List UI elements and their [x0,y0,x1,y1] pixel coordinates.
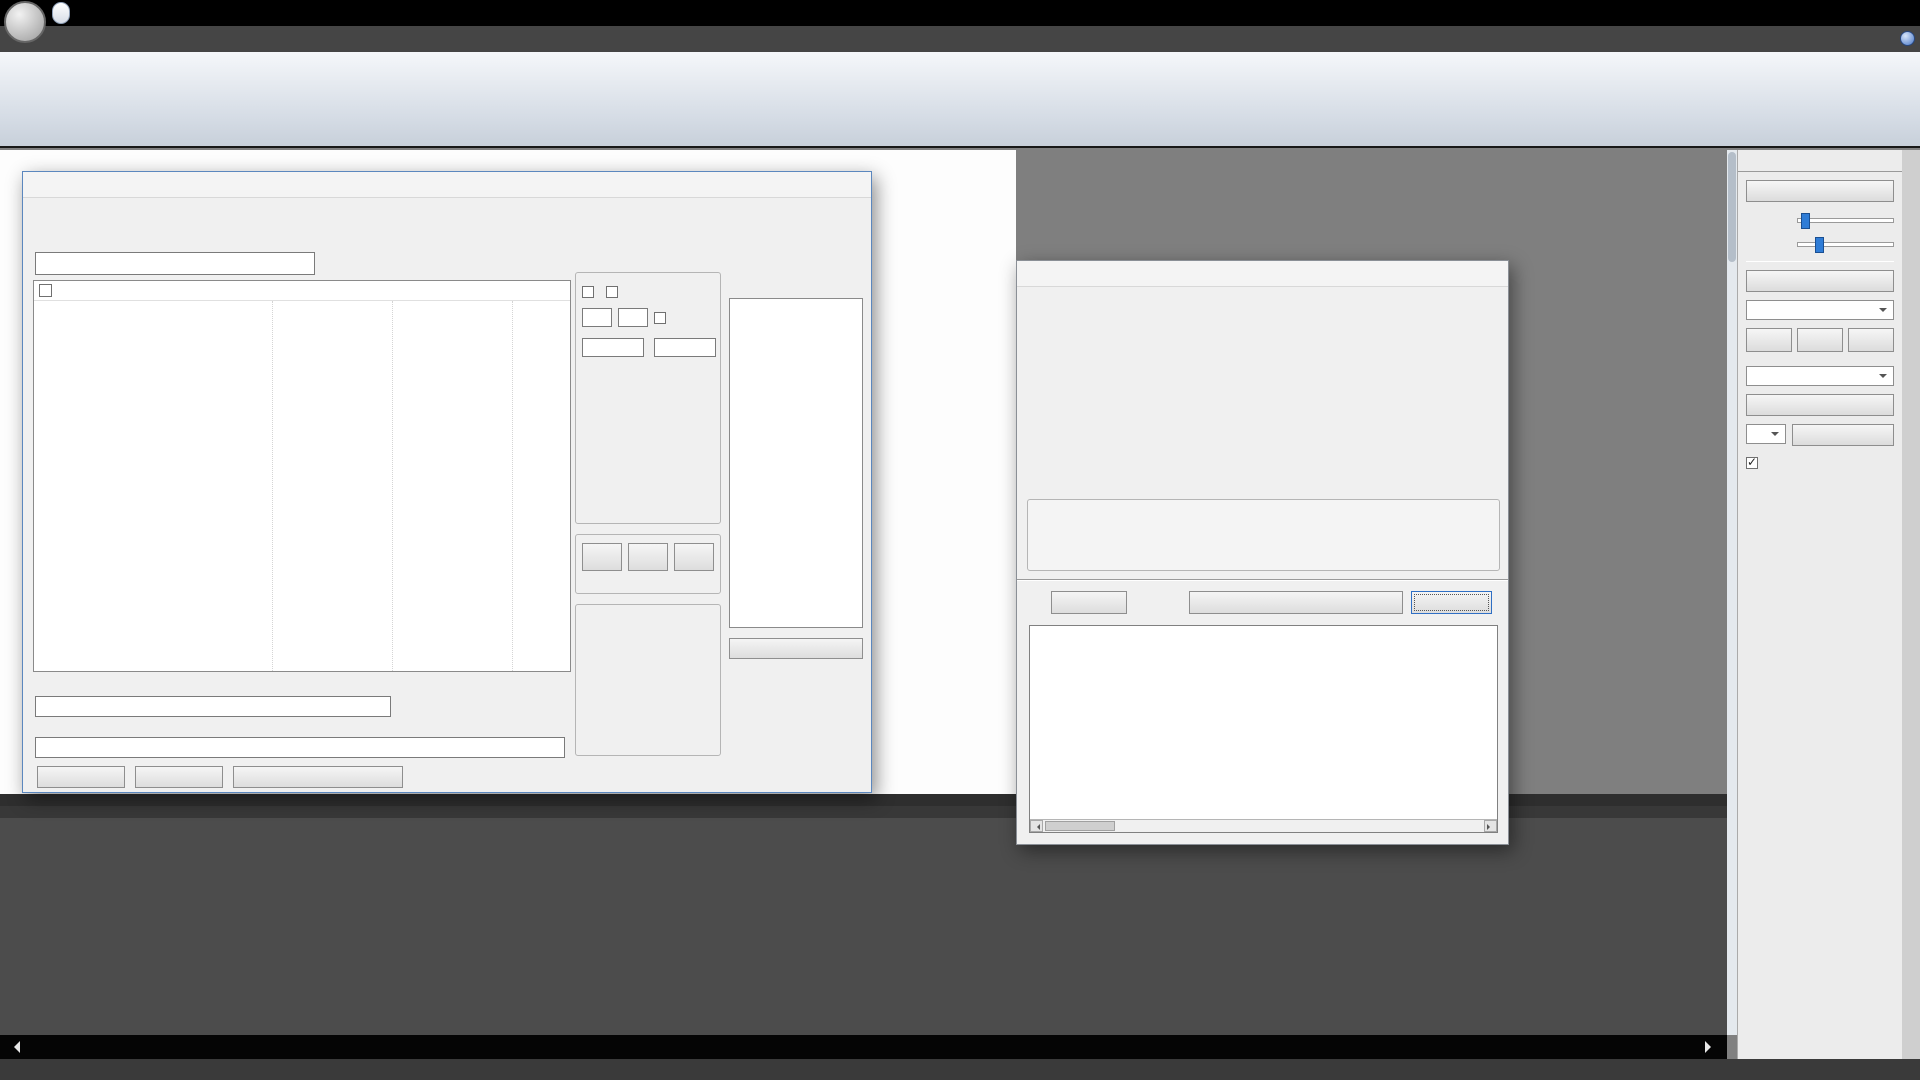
dialog-icon [29,177,45,193]
reset-list-button[interactable] [729,638,863,659]
scene-description-input[interactable] [35,737,565,758]
minimize-button[interactable] [1794,0,1836,26]
edge-channel-label [0,951,9,1031]
dialog-close-button[interactable] [831,173,865,197]
divider [1017,579,1508,581]
new-kanalicon-button[interactable] [1746,180,1894,202]
geraeteszene-dialog [22,171,872,793]
raster-button[interactable] [1792,424,1894,446]
scrollbar-thumb[interactable] [1045,821,1115,831]
device-tree[interactable] [33,280,571,672]
status-bar [0,1059,1920,1080]
fader-row [0,838,1727,1035]
winkel-slider[interactable] [1797,218,1894,223]
scroll-left-icon[interactable] [8,1041,20,1053]
ribbon [0,52,1920,148]
fader-horizontal-scrollbar[interactable] [0,1035,1727,1059]
search-input[interactable] [35,252,315,275]
error-details-text [1034,628,1497,818]
zusatzoptionen-group [575,604,721,756]
pc-dimmer-logo-icon [1035,299,1081,345]
fadezeit-input[interactable] [582,338,644,357]
app-logo-button[interactable] [4,1,46,43]
aktiviert-checkbox[interactable] [582,286,594,298]
kanaleinstellungen-group [575,272,721,524]
error-ok-button[interactable] [1051,591,1127,614]
dialog-title-bar[interactable] [23,172,871,198]
error-options-group [1027,499,1500,571]
select-all-checkbox[interactable] [39,284,52,297]
buehne-select[interactable] [1746,300,1894,320]
copy-report-button[interactable] [1189,591,1403,614]
auto-align-checkbox[interactable] [1746,454,1894,471]
wert-byte-input[interactable] [618,308,648,327]
checkbox-icon [1746,457,1758,469]
delete-bank-button[interactable] [1848,328,1894,352]
selektion-button[interactable] [1746,270,1894,292]
title-bar [0,0,1920,26]
edit-bank-button[interactable] [1797,328,1843,352]
scroll-left-icon[interactable] [1030,820,1043,832]
cancel-button[interactable] [135,766,223,788]
main-vertical-scrollbar[interactable] [1727,150,1737,1035]
details-button[interactable] [1411,591,1492,614]
column-divider [392,301,393,671]
zufaellig-checkbox[interactable] [606,286,618,298]
hintergrund-button[interactable] [1746,394,1894,416]
edit-command-button[interactable] [628,543,668,571]
fehlerbericht-dialog [1016,260,1509,845]
delay-input[interactable] [654,338,716,357]
divider [1746,261,1894,262]
dialog-title-bar[interactable] [1017,261,1508,287]
error-details-box [1029,625,1498,833]
wert-zufaellig-checkbox[interactable] [654,312,666,324]
dialog-maximize-button[interactable] [797,173,831,197]
add-bank-button[interactable] [1746,328,1792,352]
sidebar [1737,150,1902,1059]
tree-header [34,281,570,301]
close-button[interactable] [1878,0,1920,26]
scene-name-input[interactable] [35,696,391,717]
scroll-right-icon[interactable] [1484,820,1497,832]
maximize-button[interactable] [1836,0,1878,26]
test-scene-button[interactable] [233,766,403,788]
befehle-group [575,534,721,594]
changed-channels-list[interactable] [729,298,863,628]
delete-command-button[interactable] [674,543,714,571]
quick-access-toolbar [52,2,70,24]
dialog-minimize-button[interactable] [763,173,797,197]
menu-bar [0,26,1920,52]
groesse-slider[interactable] [1797,242,1894,247]
column-divider [272,301,273,671]
spotlight-icon [35,204,85,254]
scroll-right-icon[interactable] [1705,1041,1717,1053]
scrollbar-thumb[interactable] [1728,152,1736,262]
column-divider [512,301,513,671]
groesse-slider-handle[interactable] [1815,237,1824,253]
move-target-select[interactable] [1746,366,1894,386]
raster-size-select[interactable] [1746,424,1786,444]
help-icon[interactable] [1900,31,1915,46]
add-command-button[interactable] [582,543,622,571]
details-scrollbar[interactable] [1030,819,1497,832]
wert-percent-input[interactable] [582,308,612,327]
ok-button[interactable] [37,766,125,788]
winkel-slider-handle[interactable] [1801,213,1810,229]
